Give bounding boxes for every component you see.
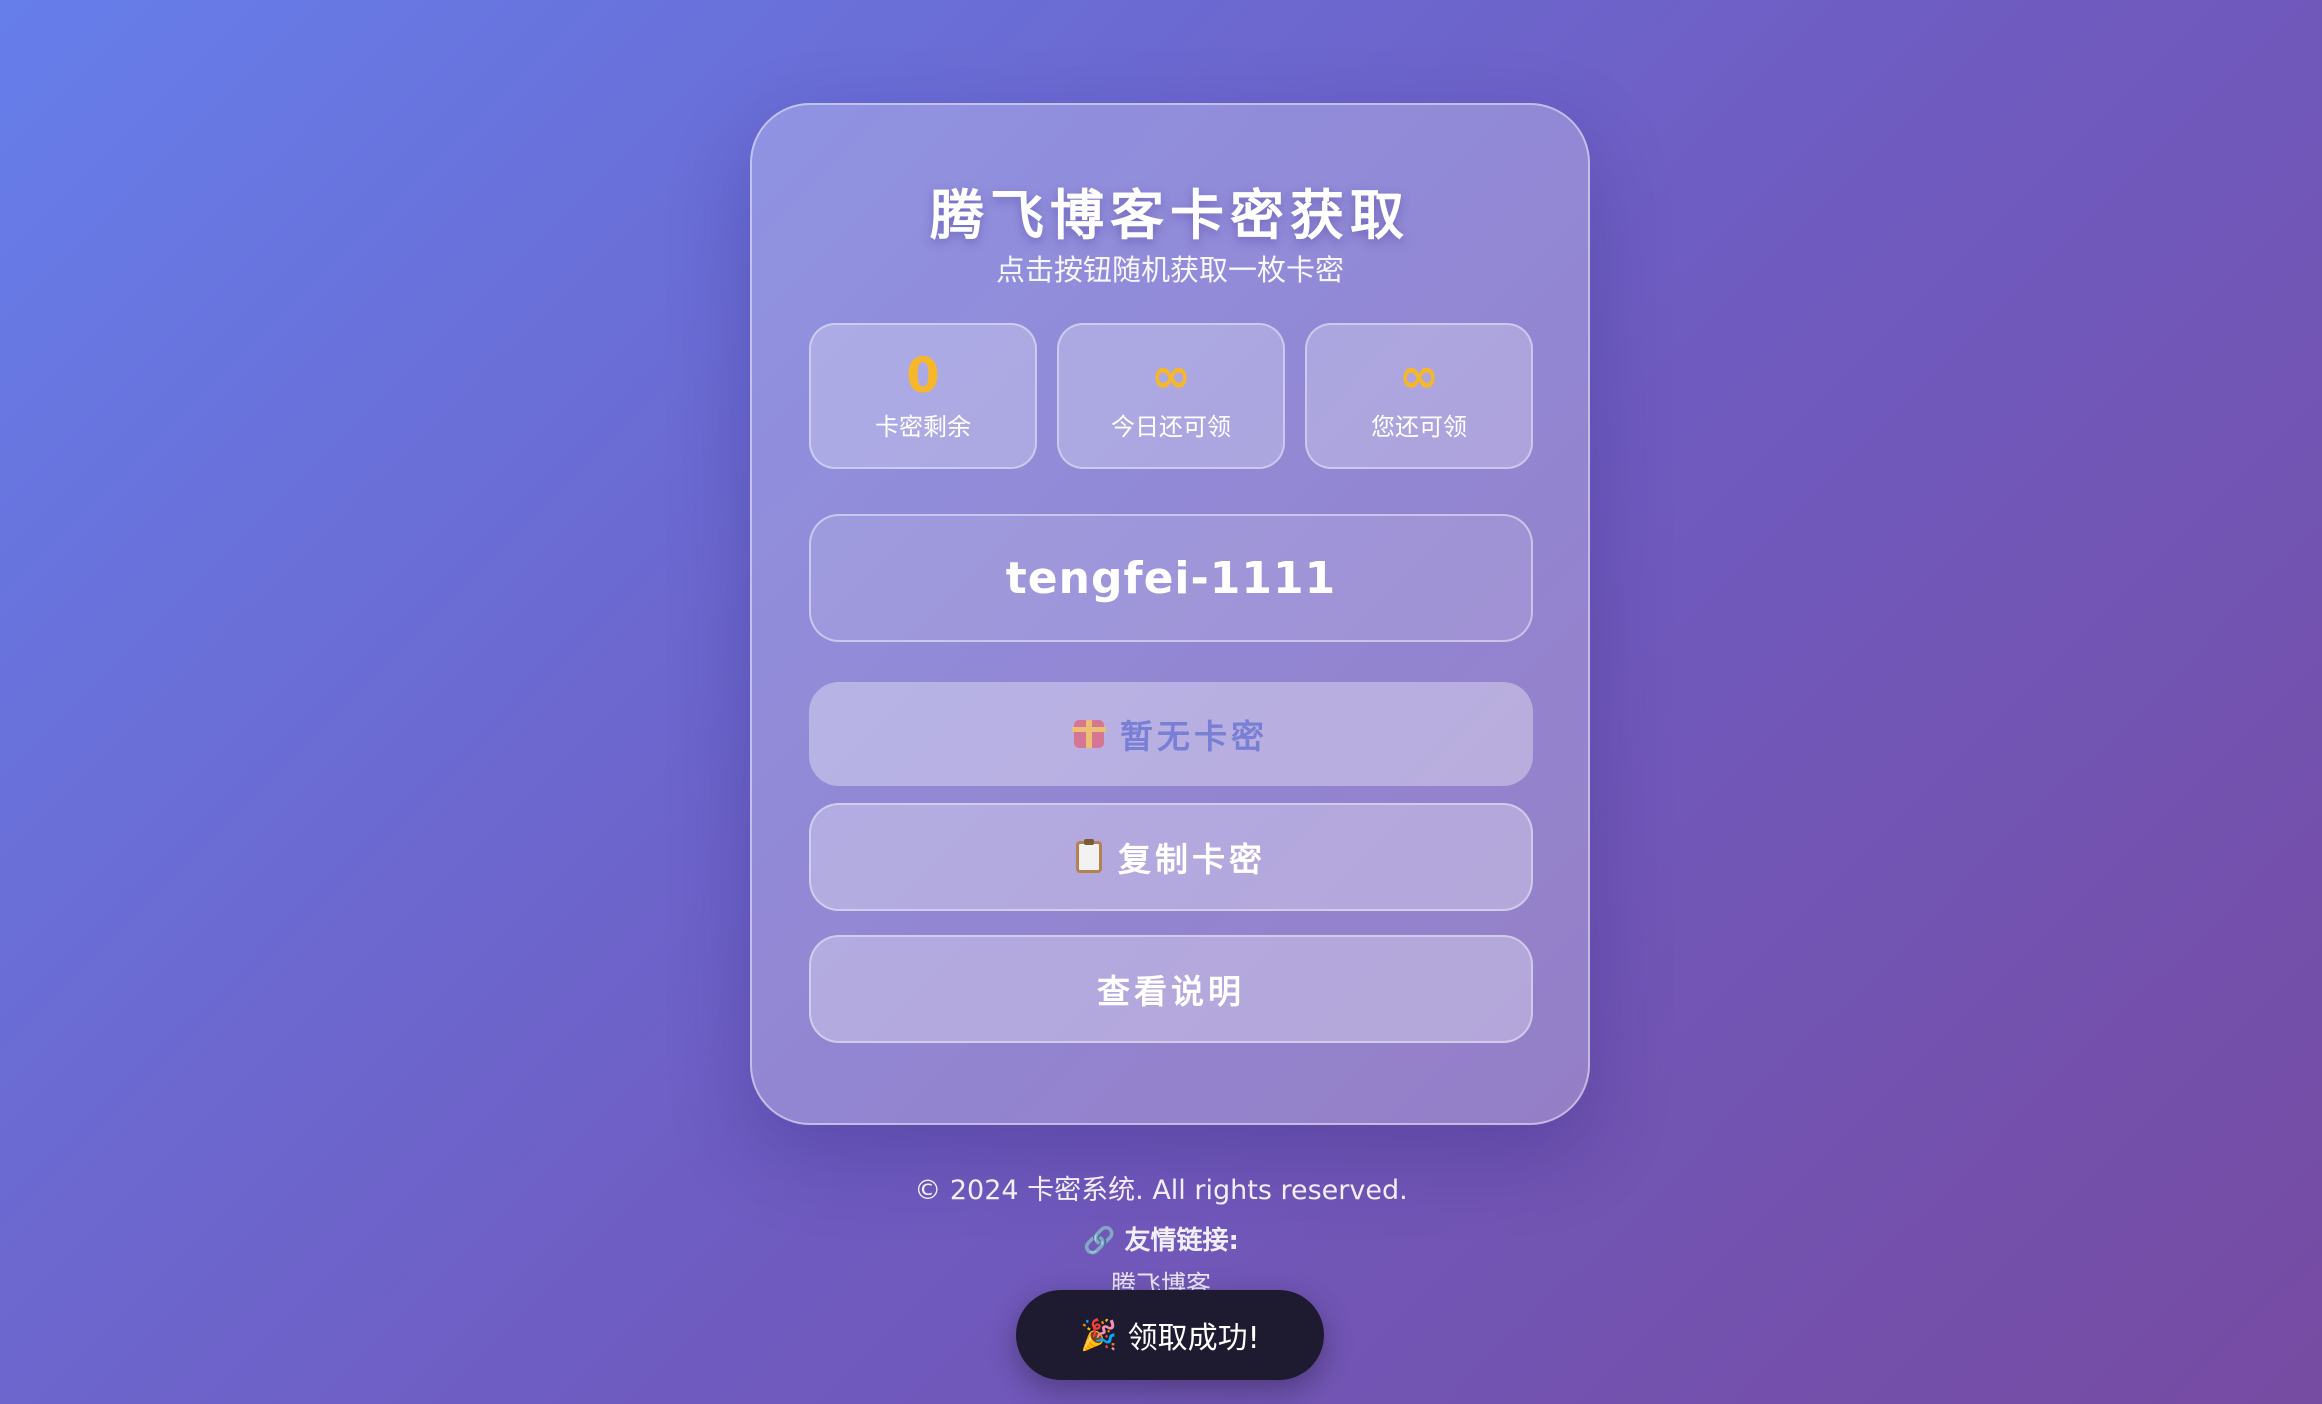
stat-user-label: 您还可领 (1371, 413, 1467, 441)
stat-remaining-label: 卡密剩余 (875, 413, 971, 441)
stat-user: ∞ 您还可领 (1305, 323, 1533, 469)
view-instructions-button[interactable]: 查看说明 (809, 935, 1533, 1043)
stats-row: 0 卡密剩余 ∞ 今日还可领 ∞ 您还可领 (809, 323, 1533, 469)
party-popper-icon: 🎉 (1080, 1317, 1118, 1353)
stat-remaining: 0 卡密剩余 (809, 323, 1037, 469)
get-card-button[interactable]: 暂无卡密 (809, 682, 1533, 786)
get-card-label: 暂无卡密 (1120, 717, 1268, 756)
stat-today-value: ∞ (1151, 348, 1191, 404)
view-instructions-label: 查看说明 (1097, 972, 1245, 1011)
gift-icon (1072, 720, 1106, 748)
footer-copyright: © 2024 卡密系统. All rights reserved. (914, 1175, 1408, 1206)
toast-text: 领取成功! (1127, 1321, 1260, 1356)
copy-card-button[interactable]: 复制卡密 (809, 803, 1533, 911)
stat-remaining-value: 0 (906, 348, 940, 404)
card-code-display: tengfei-1111 (809, 514, 1533, 642)
success-toast: 🎉 领取成功! (1016, 1290, 1324, 1380)
stat-user-value: ∞ (1399, 348, 1439, 404)
friend-links-heading: 🔗 友情链接: (1083, 1226, 1239, 1256)
stat-today: ∞ 今日还可领 (1057, 323, 1285, 469)
clipboard-icon (1076, 839, 1102, 873)
stat-today-label: 今日还可领 (1111, 413, 1231, 441)
page-title: 腾飞博客卡密获取 (930, 184, 1410, 247)
copy-card-label: 复制卡密 (1118, 840, 1266, 879)
card-panel: 腾飞博客卡密获取 点击按钮随机获取一枚卡密 0 卡密剩余 ∞ 今日还可领 ∞ 您… (750, 103, 1590, 1125)
page-subtitle: 点击按钮随机获取一枚卡密 (995, 253, 1344, 287)
